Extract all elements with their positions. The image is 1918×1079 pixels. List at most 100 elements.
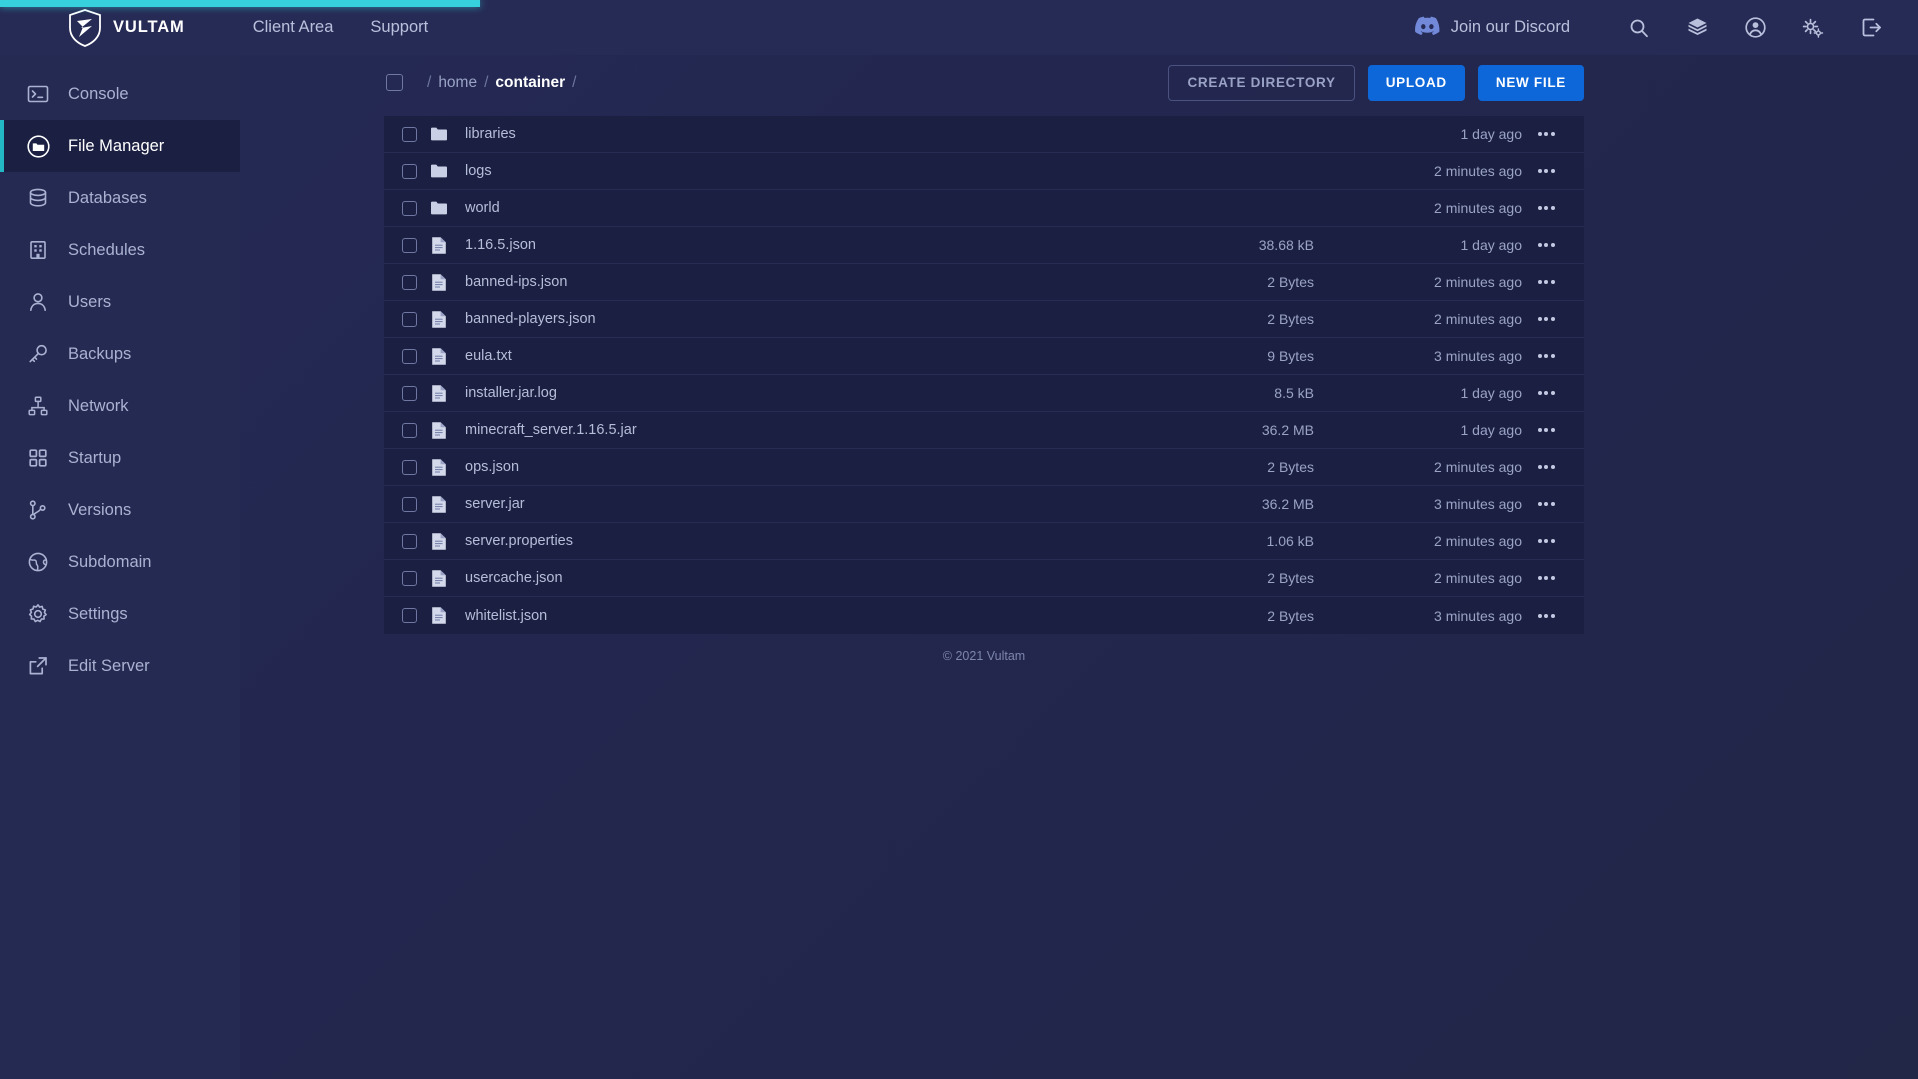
sidebar-item-versions[interactable]: Versions: [0, 484, 240, 536]
row-checkbox[interactable]: [402, 496, 417, 512]
file-row[interactable]: usercache.json 2 Bytes 2 minutes ago: [384, 560, 1584, 597]
new-file-button[interactable]: NEW FILE: [1477, 64, 1584, 101]
row-checkbox[interactable]: [402, 422, 417, 438]
row-context-menu-button[interactable]: [1522, 613, 1570, 618]
file-icon: [429, 347, 449, 366]
file-name[interactable]: 1.16.5.json: [465, 237, 1132, 253]
file-name[interactable]: logs: [465, 163, 1132, 179]
row-checkbox[interactable]: [402, 385, 417, 401]
file-row[interactable]: whitelist.json 2 Bytes 3 minutes ago: [384, 597, 1584, 634]
row-checkbox[interactable]: [402, 570, 417, 586]
sidebar-item-label: File Manager: [68, 136, 165, 155]
file-name[interactable]: minecraft_server.1.16.5.jar: [465, 422, 1132, 438]
row-context-menu-button[interactable]: [1522, 539, 1570, 543]
row-checkbox[interactable]: [402, 348, 417, 364]
file-row[interactable]: logs 2 minutes ago: [384, 153, 1584, 190]
layers-icon[interactable]: [1668, 0, 1726, 55]
logout-icon[interactable]: [1842, 0, 1900, 55]
sidebar-item-label: Network: [68, 396, 129, 415]
select-all-checkbox[interactable]: [386, 74, 403, 91]
file-name[interactable]: server.jar: [465, 496, 1132, 512]
file-icon: [429, 458, 449, 477]
nav-link-support[interactable]: Support: [370, 18, 428, 37]
row-checkbox[interactable]: [402, 459, 417, 475]
row-context-menu-button[interactable]: [1522, 243, 1570, 247]
row-context-menu-button[interactable]: [1522, 280, 1570, 284]
sidebar-item-databases[interactable]: Databases: [0, 172, 240, 224]
row-checkbox[interactable]: [402, 126, 417, 142]
account-circle-icon[interactable]: [1726, 0, 1784, 55]
gears-icon[interactable]: [1784, 0, 1842, 55]
file-name[interactable]: whitelist.json: [465, 608, 1132, 624]
navbar-links: Client Area Support: [253, 18, 429, 37]
sidebar-item-schedules[interactable]: Schedules: [0, 224, 240, 276]
file-name[interactable]: ops.json: [465, 459, 1132, 475]
sidebar-item-label: Startup: [68, 448, 122, 467]
row-context-menu-button[interactable]: [1522, 132, 1570, 136]
upload-button[interactable]: UPLOAD: [1367, 64, 1465, 101]
sidebar-item-network[interactable]: Network: [0, 380, 240, 432]
file-name[interactable]: banned-players.json: [465, 311, 1132, 327]
file-row[interactable]: 1.16.5.json 38.68 kB 1 day ago: [384, 227, 1584, 264]
file-row[interactable]: server.jar 36.2 MB 3 minutes ago: [384, 486, 1584, 523]
sidebar-item-startup[interactable]: Startup: [0, 432, 240, 484]
breadcrumb-item-container[interactable]: container: [495, 74, 565, 92]
row-checkbox[interactable]: [402, 608, 417, 623]
sidebar-item-console[interactable]: Console: [0, 68, 240, 120]
row-context-menu-button[interactable]: [1522, 428, 1570, 432]
sidebar-item-file-manager[interactable]: File Manager: [0, 120, 240, 172]
ellipsis-icon: [1537, 576, 1555, 580]
file-row[interactable]: installer.jar.log 8.5 kB 1 day ago: [384, 375, 1584, 412]
file-row[interactable]: eula.txt 9 Bytes 3 minutes ago: [384, 338, 1584, 375]
row-context-menu-button[interactable]: [1522, 465, 1570, 469]
create-directory-button[interactable]: CREATE DIRECTORY: [1168, 64, 1355, 101]
sidebar-item-subdomain[interactable]: Subdomain: [0, 536, 240, 588]
row-context-menu-button[interactable]: [1522, 502, 1570, 506]
row-checkbox[interactable]: [402, 533, 417, 549]
row-context-menu-button[interactable]: [1522, 576, 1570, 580]
row-context-menu-button[interactable]: [1522, 206, 1570, 210]
ellipsis-icon: [1537, 280, 1555, 284]
search-icon[interactable]: [1610, 0, 1668, 55]
row-checkbox[interactable]: [402, 237, 417, 253]
breadcrumb-item-home[interactable]: home: [438, 74, 477, 92]
file-size: 2 Bytes: [1267, 311, 1314, 327]
file-name[interactable]: usercache.json: [465, 570, 1132, 586]
join-discord-button[interactable]: Join our Discord: [1414, 16, 1570, 40]
ellipsis-icon: [1537, 206, 1555, 210]
file-name[interactable]: world: [465, 200, 1132, 216]
file-modified: 2 minutes ago: [1434, 459, 1522, 475]
file-name[interactable]: eula.txt: [465, 348, 1132, 364]
sidebar-item-backups[interactable]: Backups: [0, 328, 240, 380]
row-context-menu-button[interactable]: [1522, 317, 1570, 321]
brand-name: VULTAM: [113, 18, 185, 36]
file-modified: 1 day ago: [1460, 237, 1523, 253]
file-name[interactable]: installer.jar.log: [465, 385, 1132, 401]
file-row[interactable]: server.properties 1.06 kB 2 minutes ago: [384, 523, 1584, 560]
file-row[interactable]: libraries 1 day ago: [384, 116, 1584, 153]
file-row[interactable]: ops.json 2 Bytes 2 minutes ago: [384, 449, 1584, 486]
file-icon: [429, 384, 449, 403]
shield-logo-icon: [68, 8, 102, 48]
row-context-menu-button[interactable]: [1522, 354, 1570, 358]
row-checkbox[interactable]: [402, 311, 417, 327]
file-name[interactable]: banned-ips.json: [465, 274, 1132, 290]
brand-logo[interactable]: VULTAM: [68, 8, 185, 48]
sidebar-item-edit-server[interactable]: Edit Server: [0, 640, 240, 692]
row-context-menu-button[interactable]: [1522, 169, 1570, 173]
sidebar-item-users[interactable]: Users: [0, 276, 240, 328]
file-row[interactable]: minecraft_server.1.16.5.jar 36.2 MB 1 day …: [384, 412, 1584, 449]
ellipsis-icon: [1537, 465, 1555, 469]
nav-link-client-area[interactable]: Client Area: [253, 18, 334, 37]
file-row[interactable]: banned-players.json 2 Bytes 2 minutes ago: [384, 301, 1584, 338]
file-row[interactable]: banned-ips.json 2 Bytes 2 minutes ago: [384, 264, 1584, 301]
sidebar-item-settings[interactable]: Settings: [0, 588, 240, 640]
file-name[interactable]: server.properties: [465, 533, 1132, 549]
row-checkbox[interactable]: [402, 200, 417, 216]
file-icon: [429, 421, 449, 440]
file-name[interactable]: libraries: [465, 126, 1132, 142]
row-checkbox[interactable]: [402, 163, 417, 179]
file-row[interactable]: world 2 minutes ago: [384, 190, 1584, 227]
row-checkbox[interactable]: [402, 274, 417, 290]
row-context-menu-button[interactable]: [1522, 391, 1570, 395]
